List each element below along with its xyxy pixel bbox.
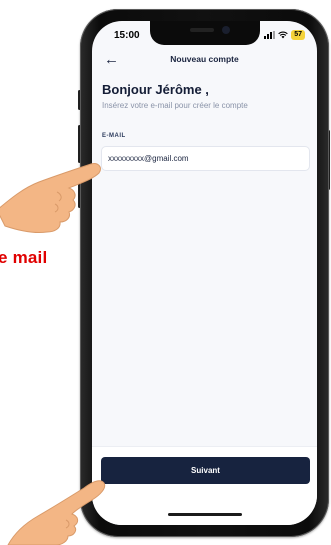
home-indicator bbox=[168, 513, 242, 516]
next-button[interactable]: Suivant bbox=[101, 457, 310, 484]
email-field-label: E-MAIL bbox=[102, 133, 126, 139]
top-nav: ← Nouveau compte bbox=[92, 51, 317, 73]
phone-screen: 15:00 57 ← Nouveau compte Bonjour Jérôme… bbox=[92, 21, 317, 525]
pointing-hand-icon bbox=[7, 480, 106, 545]
signal-icon bbox=[264, 31, 276, 39]
pointing-hand-icon bbox=[0, 163, 101, 233]
speaker bbox=[190, 28, 214, 32]
page-title: Nouveau compte bbox=[170, 54, 239, 64]
notch bbox=[150, 21, 260, 45]
status-icons: 57 bbox=[264, 30, 305, 40]
greeting-heading: Bonjour Jérôme , bbox=[102, 82, 209, 97]
camera-icon bbox=[222, 26, 230, 34]
email-annotation-label: e mail bbox=[0, 248, 48, 267]
email-field[interactable] bbox=[101, 146, 310, 171]
wifi-icon bbox=[278, 31, 288, 39]
battery-icon: 57 bbox=[291, 30, 305, 40]
status-time: 15:00 bbox=[114, 30, 140, 41]
greeting-subtitle: Insérez votre e-mail pour créer le compt… bbox=[102, 101, 248, 110]
